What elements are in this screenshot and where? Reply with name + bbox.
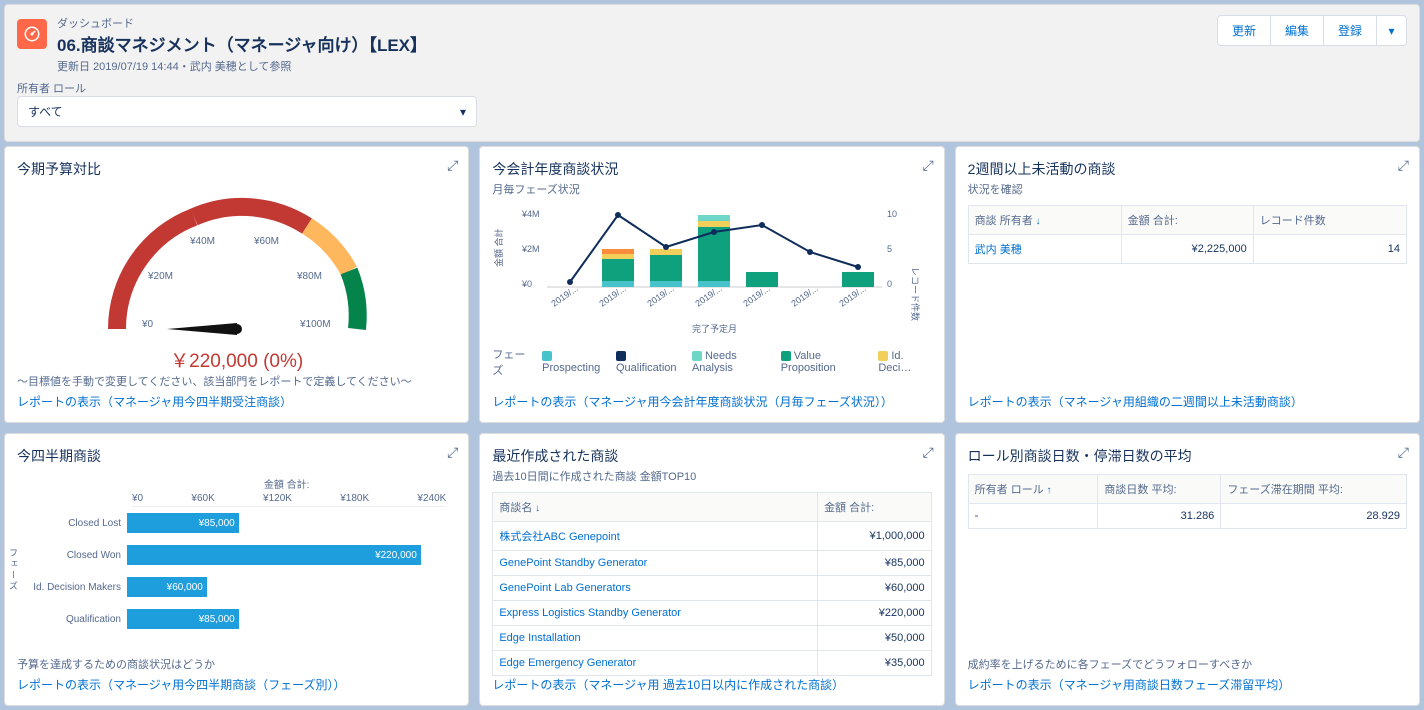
svg-text:¥40M: ¥40M — [189, 236, 215, 247]
opp-link[interactable]: GenePoint Lab Generators — [493, 576, 818, 601]
svg-text:¥0: ¥0 — [141, 319, 154, 330]
card-inactive-opps: ⤢ 2週間以上未活動の商談 状況を確認 商談 所有者 金額 合計: レコード件数… — [955, 146, 1420, 423]
card-quarter-opps: ⤢ 今四半期商談 金額 合計: ¥0¥60K¥120K¥180K¥240K Cl… — [4, 433, 469, 706]
col-name[interactable]: 商談名 — [493, 493, 818, 522]
table-row: Edge Emergency Generator¥35,000 — [493, 651, 931, 676]
view-report-link[interactable]: レポートの表示（マネージャ用組織の二週間以上未活動商談） — [968, 393, 1407, 410]
view-report-link[interactable]: レポートの表示（マネージャ用 過去10日以内に作成された商談） — [492, 676, 931, 693]
svg-text:¥20M: ¥20M — [147, 271, 173, 282]
action-buttons: 更新 編集 登録 ▾ — [1217, 15, 1407, 46]
refresh-button[interactable]: 更新 — [1217, 15, 1271, 46]
svg-text:¥80M: ¥80M — [296, 271, 322, 282]
svg-text:¥4M: ¥4M — [521, 209, 540, 219]
more-actions-button[interactable]: ▾ — [1377, 15, 1407, 46]
subscribe-button[interactable]: 登録 — [1324, 15, 1377, 46]
card-recent-opps: ⤢ 最近作成された商談 過去10日間に作成された商談 金額TOP10 商談名 金… — [479, 433, 944, 706]
opp-link[interactable]: GenePoint Standby Generator — [493, 551, 818, 576]
filter-label: 所有者 ロール — [17, 80, 1407, 96]
svg-text:¥2M: ¥2M — [521, 244, 540, 254]
svg-text:0: 0 — [887, 279, 892, 289]
card-avg-days: ⤢ ロール別商談日数・停滞日数の平均 所有者 ロール 商談日数 平均: フェーズ… — [955, 433, 1420, 706]
col-role[interactable]: 所有者 ロール — [968, 475, 1098, 504]
svg-text:¥100M: ¥100M — [299, 319, 331, 330]
view-report-link[interactable]: レポートの表示（マネージャ用今四半期受注商談） — [17, 393, 456, 410]
svg-text:5: 5 — [887, 244, 892, 254]
view-report-link[interactable]: レポートの表示（マネージャ用今会計年度商談状況（月毎フェーズ状況）） — [492, 393, 931, 410]
breadcrumb: ダッシュボード — [57, 15, 427, 31]
chart-legend: フェーズ Prospecting Qualification Needs Ana… — [492, 346, 931, 378]
card-title: 今四半期商談 — [17, 446, 456, 466]
view-report-link[interactable]: レポートの表示（マネージャ用商談日数フェーズ滞留平均） — [968, 676, 1407, 693]
card-note: 成約率を上げるために各フェーズでどうフォローすべきか — [968, 656, 1407, 672]
card-note: ～目標値を手動で変更してください、該当部門をレポートで定義してください～ — [17, 373, 456, 389]
view-report-link[interactable]: レポートの表示（マネージャ用今四半期商談（フェーズ別）） — [17, 676, 456, 693]
expand-icon[interactable]: ⤢ — [447, 444, 458, 461]
svg-text:¥60M: ¥60M — [253, 236, 279, 247]
gauge-value: ￥220,000 (0%) — [17, 346, 456, 373]
gauge-chart: ¥0 ¥20M ¥40M ¥60M ¥80M ¥100M — [62, 189, 412, 339]
svg-text:金額 合計: 金額 合計 — [493, 228, 504, 267]
card-title: 最近作成された商談 — [492, 446, 931, 466]
card-note: 予算を達成するための商談状況はどうか — [17, 656, 456, 672]
role-filter-value: すべて — [28, 103, 63, 120]
card-subtitle: 過去10日間に作成された商談 金額TOP10 — [492, 468, 931, 484]
card-title: ロール別商談日数・停滞日数の平均 — [968, 446, 1407, 466]
opp-link[interactable]: Edge Installation — [493, 626, 818, 651]
table-row: - 31.286 28.929 — [968, 504, 1406, 529]
col-days[interactable]: 商談日数 平均: — [1098, 475, 1221, 504]
opp-link[interactable]: Edge Emergency Generator — [493, 651, 818, 676]
opp-link[interactable]: 株式会社ABC Genepoint — [493, 522, 818, 551]
table-row: 武内 美穂 ¥2,225,000 14 — [968, 235, 1406, 264]
card-title: 今会計年度商談状況 — [492, 159, 931, 179]
table-row: GenePoint Lab Generators¥60,000 — [493, 576, 931, 601]
card-subtitle: 状況を確認 — [968, 181, 1407, 197]
col-count[interactable]: レコード件数 — [1253, 206, 1406, 235]
last-refreshed: 更新日 2019/07/19 14:44・武内 美穂として参照 — [57, 58, 427, 74]
hbar-chart: 金額 合計: ¥0¥60K¥120K¥180K¥240K Closed Lost… — [17, 466, 456, 635]
inactive-table: 商談 所有者 金額 合計: レコード件数 武内 美穂 ¥2,225,000 14 — [968, 205, 1407, 264]
table-row: GenePoint Standby Generator¥85,000 — [493, 551, 931, 576]
svg-text:完了予定月: 完了予定月 — [692, 323, 737, 334]
svg-text:10: 10 — [887, 209, 897, 219]
role-filter-select[interactable]: すべて ▾ — [17, 96, 477, 127]
card-budget-gauge: ⤢ 今期予算対比 ¥0 ¥20M ¥40M ¥60M ¥80M ¥100M ￥2… — [4, 146, 469, 423]
avg-table: 所有者 ロール 商談日数 平均: フェーズ滞在期間 平均: - 31.286 2… — [968, 474, 1407, 529]
col-amount[interactable]: 金額 合計: — [1121, 206, 1253, 235]
combo-chart: 金額 合計 レコード件数 ¥4M ¥2M ¥0 10 5 0 — [492, 197, 922, 337]
recent-table: 商談名 金額 合計: 株式会社ABC Genepoint¥1,000,000Ge… — [492, 492, 931, 676]
edit-button[interactable]: 編集 — [1271, 15, 1324, 46]
expand-icon[interactable]: ⤢ — [922, 444, 933, 461]
table-row: 株式会社ABC Genepoint¥1,000,000 — [493, 522, 931, 551]
card-title: 今期予算対比 — [17, 159, 456, 179]
owner-link[interactable]: 武内 美穂 — [968, 235, 1121, 264]
expand-icon[interactable]: ⤢ — [922, 157, 933, 174]
dashboard-icon — [17, 19, 47, 49]
table-row: Express Logistics Standby Generator¥220,… — [493, 601, 931, 626]
col-amount[interactable]: 金額 合計: — [818, 493, 932, 522]
page-title: 06.商談マネジメント（マネージャ向け）【LEX】 — [57, 31, 427, 56]
expand-icon[interactable]: ⤢ — [447, 157, 458, 174]
card-fiscal-status: ⤢ 今会計年度商談状況 月毎フェーズ状況 金額 合計 レコード件数 ¥4M ¥2… — [479, 146, 944, 423]
dashboard-header: ダッシュボード 06.商談マネジメント（マネージャ向け）【LEX】 更新日 20… — [4, 4, 1420, 142]
expand-icon[interactable]: ⤢ — [1398, 444, 1409, 461]
svg-text:¥0: ¥0 — [521, 279, 532, 289]
chevron-down-icon: ▾ — [460, 105, 466, 119]
card-subtitle: 月毎フェーズ状況 — [492, 181, 931, 197]
table-row: Edge Installation¥50,000 — [493, 626, 931, 651]
svg-text:レコード件数: レコード件数 — [910, 267, 921, 321]
expand-icon[interactable]: ⤢ — [1398, 157, 1409, 174]
card-title: 2週間以上未活動の商談 — [968, 159, 1407, 179]
col-owner[interactable]: 商談 所有者 — [968, 206, 1121, 235]
col-stay[interactable]: フェーズ滞在期間 平均: — [1221, 475, 1407, 504]
opp-link[interactable]: Express Logistics Standby Generator — [493, 601, 818, 626]
